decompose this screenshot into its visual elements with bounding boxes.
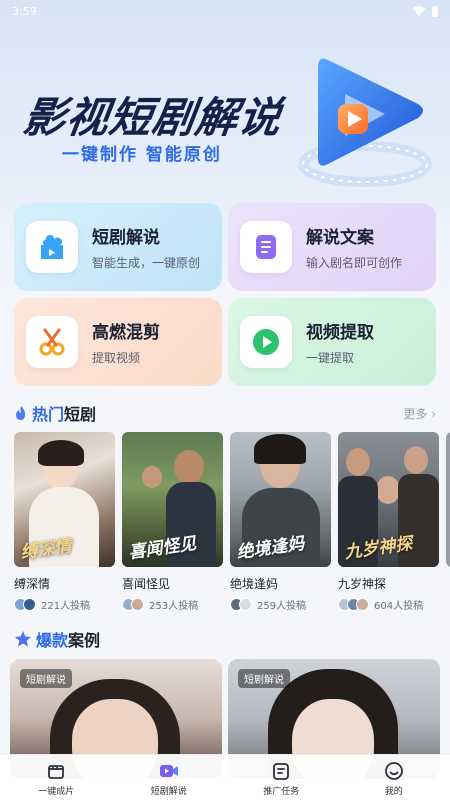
camera-icon xyxy=(41,235,63,259)
drama-poster: 绝境逢妈 xyxy=(230,432,331,567)
feature-card-mix-edit[interactable]: 高燃混剪 提取视频 xyxy=(14,298,222,386)
more-link[interactable]: 更多 › xyxy=(403,405,436,422)
case-header: 爆款案例 xyxy=(14,627,436,651)
case-badge: 短剧解说 xyxy=(238,669,290,688)
submission-count: 259人投稿 xyxy=(257,601,307,612)
document-icon xyxy=(256,235,276,259)
status-icons xyxy=(412,5,438,17)
nav-label: 一键成片 xyxy=(38,787,75,797)
drama-poster xyxy=(446,432,450,567)
submission-count: 221人投稿 xyxy=(41,601,91,612)
clapperboard-icon xyxy=(48,765,65,779)
wifi-icon xyxy=(412,6,426,16)
drama-name: 喜闻怪见 xyxy=(122,577,171,591)
nav-label: 我的 xyxy=(384,787,403,797)
feature-subtitle: 智能生成，一键原创 xyxy=(92,256,201,270)
nav-short-drama[interactable]: 短剧解说 xyxy=(113,755,225,800)
video-camera-icon xyxy=(159,765,178,777)
feature-card-short-drama[interactable]: 短剧解说 智能生成，一键原创 xyxy=(14,203,222,291)
drama-list: 缚深情 缚深情 221人投稿 喜闻怪见 喜闻怪见 253人投稿 绝境逢妈 绝境逢… xyxy=(14,432,450,612)
drama-name: 九岁神探 xyxy=(338,577,387,591)
status-bar: 3:59 xyxy=(0,0,450,22)
bottom-nav: 一键成片 短剧解说 推广任务 我的 xyxy=(0,754,450,800)
status-time: 3:59 xyxy=(12,4,37,18)
drama-item[interactable]: 九岁神探 九岁神探 604人投稿 xyxy=(338,432,439,612)
feature-card-extract[interactable]: 视频提取 一键提取 xyxy=(228,298,436,386)
drama-item-partial[interactable] xyxy=(446,432,450,567)
film-play-logo-icon xyxy=(298,58,432,187)
drama-item[interactable]: 喜闻怪见 喜闻怪见 253人投稿 xyxy=(122,432,223,612)
drama-poster: 缚深情 xyxy=(14,432,115,567)
contributor-avatars xyxy=(230,598,252,611)
play-icon xyxy=(253,329,279,355)
hero-title: 影视短剧解说 xyxy=(20,93,286,142)
case-badge: 短剧解说 xyxy=(20,669,72,688)
feature-icon-box xyxy=(240,316,292,368)
section-title: 热门短剧 xyxy=(32,405,97,424)
nav-label: 推广任务 xyxy=(263,787,300,797)
submission-count: 253人投稿 xyxy=(149,601,199,612)
task-icon xyxy=(273,763,290,780)
contributor-avatars xyxy=(338,598,369,611)
battery-icon xyxy=(432,5,438,17)
section-title: 爆款案例 xyxy=(36,631,101,650)
star-icon xyxy=(15,631,31,647)
feature-title: 高燃混剪 xyxy=(92,323,160,343)
drama-item[interactable]: 绝境逢妈 绝境逢妈 259人投稿 xyxy=(230,432,331,612)
contributor-avatars xyxy=(14,598,36,611)
submission-count: 604人投稿 xyxy=(374,601,424,612)
drama-item[interactable]: 缚深情 缚深情 221人投稿 xyxy=(14,432,115,612)
drama-poster: 九岁神探 xyxy=(338,432,439,567)
smile-icon xyxy=(384,762,403,780)
feature-icon-box xyxy=(26,316,78,368)
drama-poster: 喜闻怪见 xyxy=(122,432,223,567)
hero-banner: 影视短剧解说 一键制作 智能原创 xyxy=(0,22,450,202)
feature-icon-box xyxy=(26,221,78,273)
feature-title: 短剧解说 xyxy=(92,228,160,248)
nav-mine[interactable]: 我的 xyxy=(338,755,450,800)
feature-subtitle: 一键提取 xyxy=(306,351,355,365)
hot-drama-header: 热门短剧 更多 › xyxy=(14,401,436,425)
feature-title: 视频提取 xyxy=(306,323,374,343)
feature-icon-box xyxy=(240,221,292,273)
feature-subtitle: 输入剧名即可创作 xyxy=(306,256,403,270)
flame-icon xyxy=(16,406,25,420)
hero-subtitle: 一键制作 智能原创 xyxy=(62,145,222,165)
nav-promotion-task[interactable]: 推广任务 xyxy=(225,755,337,800)
feature-card-script[interactable]: 解说文案 输入剧名即可创作 xyxy=(228,203,436,291)
drama-name: 缚深情 xyxy=(14,577,51,591)
nav-label: 短剧解说 xyxy=(150,787,187,797)
nav-one-click[interactable]: 一键成片 xyxy=(0,755,112,800)
drama-name: 绝境逢妈 xyxy=(230,577,279,591)
contributor-avatars xyxy=(122,598,144,611)
scissors-icon xyxy=(39,328,65,356)
feature-title: 解说文案 xyxy=(306,228,374,248)
feature-subtitle: 提取视频 xyxy=(92,351,141,365)
